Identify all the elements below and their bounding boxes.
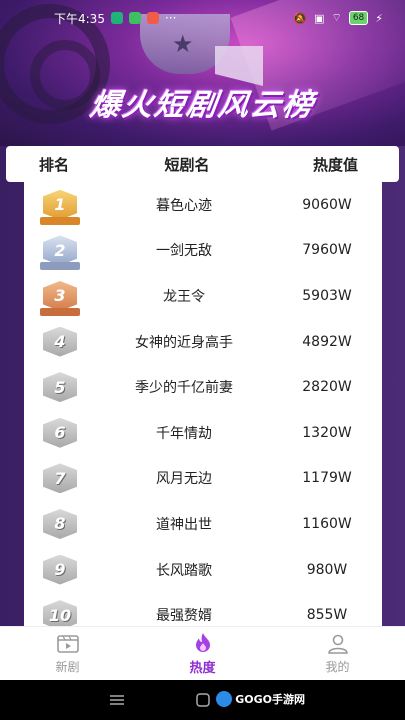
table-row[interactable]: 1 暮色心迹 9060W [24, 182, 382, 228]
header-rank: 排名 [38, 155, 69, 174]
rank-cell: 5 [24, 369, 96, 405]
rank-number: 10 [43, 600, 77, 626]
menu-icon[interactable] [109, 693, 125, 707]
rank-number: 3 [43, 280, 77, 311]
medal-ribbon [40, 307, 80, 316]
medal-ribbon [40, 262, 80, 271]
status-bar: 下午4:35 ··· 🔕 ▣ ⌔ 68 ⚡ [0, 0, 405, 36]
drama-name: 长风踏歌 [156, 562, 212, 579]
ranking-list[interactable]: 1 暮色心迹 9060W 2 一剑无敌 7960W 3 龙王令 5903W 4 女神的近身高手 489… [24, 182, 382, 626]
drama-name: 一剑无敌 [156, 243, 212, 260]
drama-name: 暮色心迹 [156, 197, 212, 214]
heat-value: 9060W [302, 196, 352, 213]
heat-value: 7960W [302, 242, 352, 259]
rank-badge-icon: 4 [42, 324, 78, 360]
charging-icon: ⚡ [375, 11, 383, 25]
home-icon[interactable] [195, 693, 211, 707]
drama-name: 千年情劫 [156, 425, 212, 442]
app-notification-icon-red [146, 12, 159, 24]
wechat-notification-icon [128, 12, 141, 24]
heat-value: 5903W [302, 287, 352, 304]
rank-number: 9 [43, 554, 77, 585]
drama-name: 龙王令 [163, 288, 205, 305]
rank-badge-icon: 9 [42, 552, 78, 588]
rank-cell: 6 [24, 415, 96, 451]
rank-number: 1 [43, 189, 77, 220]
medal-ribbon [40, 216, 80, 225]
heat-value: 980W [306, 561, 348, 578]
rank-badge-icon: 6 [42, 415, 78, 451]
rank-number: 7 [43, 463, 77, 494]
system-nav-bar [0, 680, 405, 720]
table-row[interactable]: 7 风月无边 1179W [24, 456, 382, 502]
heat-value: 855W [306, 607, 348, 624]
drama-name: 女神的近身高手 [135, 334, 233, 351]
table-row[interactable]: 10 最强赘婿 855W [24, 592, 382, 626]
battery-icon: 68 [348, 11, 369, 25]
rank-cell: 8 [24, 506, 96, 542]
mute-icon: 🔕 [293, 11, 308, 25]
heat-value: 1160W [302, 515, 352, 532]
rank-badge-icon: 1 [40, 187, 80, 225]
rank-cell: 4 [24, 324, 96, 360]
rank-number: 2 [43, 235, 77, 266]
rank-cell: 7 [24, 460, 96, 496]
app-notification-icon [110, 12, 123, 24]
rank-cell: 2 [24, 232, 96, 271]
rank-badge-icon: 8 [42, 506, 78, 542]
film-icon [56, 633, 80, 655]
rank-badge-icon: 10 [42, 597, 78, 626]
drama-name: 风月无边 [156, 471, 212, 488]
table-row[interactable]: 2 一剑无敌 7960W [24, 228, 382, 274]
page-title: 爆火短剧风云榜 [87, 88, 317, 123]
header-name: 短剧名 [164, 155, 210, 174]
heat-value: 1320W [302, 424, 352, 441]
nav-new-dramas[interactable]: 新剧 [0, 627, 135, 680]
flame-icon [191, 632, 215, 654]
heat-value: 1179W [302, 470, 352, 487]
status-time: 下午4:35 [54, 11, 105, 26]
table-row[interactable]: 9 长风踏歌 980W [24, 547, 382, 593]
drama-name: 最强赘婿 [156, 608, 212, 625]
rank-badge-icon: 2 [40, 232, 80, 271]
nav-label-profile: 我的 [325, 659, 350, 674]
table-row[interactable]: 3 龙王令 5903W [24, 273, 382, 319]
more-notifications-icon: ··· [164, 11, 177, 25]
nav-hot[interactable]: 热度 [135, 627, 270, 680]
table-row[interactable]: 5 季少的千亿前妻 2820W [24, 364, 382, 410]
nav-label-hot: 热度 [189, 660, 216, 676]
rank-cell: 10 [24, 597, 96, 626]
rank-cell: 9 [24, 552, 96, 588]
heat-value: 2820W [302, 379, 352, 396]
sim-icon: ▣ [314, 11, 325, 25]
gogo-logo-icon [216, 691, 233, 707]
header-heat: 热度值 [312, 155, 358, 174]
rank-number: 5 [43, 372, 77, 403]
rank-number: 8 [43, 508, 77, 539]
drama-name: 季少的千亿前妻 [135, 380, 233, 397]
rank-number: 6 [43, 417, 77, 448]
drama-name: 道神出世 [156, 516, 212, 533]
watermark: GOGO手游网 [216, 691, 305, 707]
table-row[interactable]: 6 千年情劫 1320W [24, 410, 382, 456]
rank-badge-icon: 7 [42, 460, 78, 496]
rank-badge-icon: 3 [40, 278, 80, 316]
table-row[interactable]: 8 道神出世 1160W [24, 501, 382, 547]
rank-cell: 3 [24, 278, 96, 316]
bottom-nav: 新剧 热度 我的 [0, 626, 405, 680]
table-row[interactable]: 4 女神的近身高手 4892W [24, 319, 382, 365]
rank-number: 4 [43, 326, 77, 357]
rank-cell: 1 [24, 187, 96, 225]
heat-value: 4892W [302, 333, 352, 350]
table-header: 排名 短剧名 热度值 [6, 146, 399, 182]
rank-badge-icon: 5 [42, 369, 78, 405]
nav-profile[interactable]: 我的 [270, 627, 405, 680]
wifi-icon: ⌔ [331, 11, 342, 24]
nav-label-new: 新剧 [55, 659, 80, 674]
user-icon [326, 633, 350, 655]
watermark-text: GOGO手游网 [235, 693, 305, 706]
